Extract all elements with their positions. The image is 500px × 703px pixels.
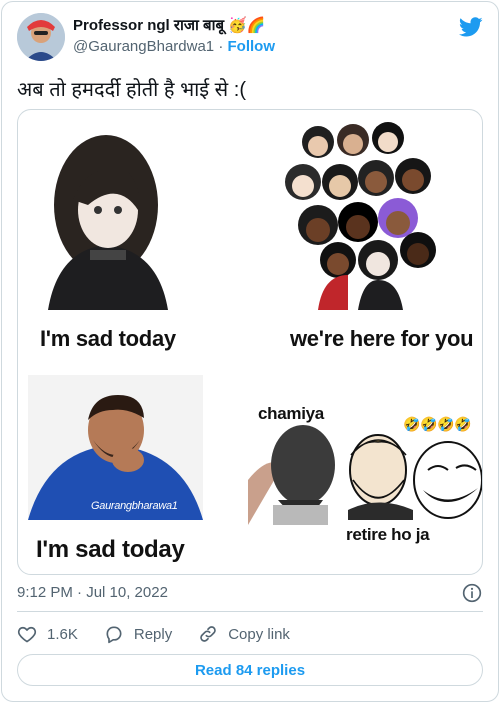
panel3-watermark: Gaurangbharawa1 bbox=[91, 500, 178, 512]
follow-button[interactable]: Follow bbox=[228, 38, 276, 55]
tweet-timestamp[interactable]: 9:12 PM · Jul 10, 2022 bbox=[17, 584, 168, 601]
panel1-caption: I'm sad today bbox=[40, 326, 176, 351]
panel2-crowd bbox=[285, 122, 436, 310]
divider bbox=[17, 611, 483, 612]
like-count: 1.6K bbox=[47, 625, 78, 643]
panel3-photo bbox=[28, 375, 203, 520]
avatar-image bbox=[17, 13, 65, 61]
tweet-text: अब तो हमदर्दी होती है भाई से :( bbox=[17, 79, 246, 101]
copy-link-label: Copy link bbox=[228, 625, 290, 643]
like-button[interactable]: 1.6K bbox=[17, 624, 78, 644]
display-name[interactable]: Professor ngl राजा बाबू 🥳🌈 bbox=[73, 15, 266, 35]
avatar[interactable] bbox=[17, 13, 65, 61]
panel4-emojis: 🤣🤣🤣🤣 bbox=[403, 416, 472, 432]
reply-button[interactable]: Reply bbox=[104, 624, 172, 644]
panel3-caption: I'm sad today bbox=[36, 536, 185, 563]
copy-link-button[interactable]: Copy link bbox=[198, 624, 290, 644]
handle-row: @GaurangBhardwa1 · Follow bbox=[73, 38, 275, 55]
read-replies-button[interactable]: Read 84 replies bbox=[17, 654, 483, 686]
read-replies-label: Read 84 replies bbox=[194, 661, 306, 679]
info-icon[interactable] bbox=[462, 583, 482, 603]
link-icon bbox=[200, 626, 217, 642]
action-bar: 1.6K Reply Copy link bbox=[17, 622, 316, 646]
panel1-figure bbox=[48, 135, 168, 310]
panel2-caption: we're here for you bbox=[290, 326, 474, 351]
panel4-illustration bbox=[248, 425, 482, 525]
heart-icon bbox=[17, 626, 37, 643]
separator-dot: · bbox=[218, 38, 224, 55]
panel4-top-label: chamiya bbox=[258, 404, 324, 423]
reply-label: Reply bbox=[133, 625, 173, 643]
twitter-bird-icon[interactable] bbox=[459, 15, 483, 39]
panel4-bottom-label: retire ho ja bbox=[346, 525, 430, 544]
user-handle[interactable]: @GaurangBhardwa1 bbox=[73, 38, 214, 55]
tweet-media-image[interactable]: I'm sad today we're here for you Gaurang… bbox=[17, 109, 483, 575]
reply-bubble-icon bbox=[106, 626, 122, 644]
